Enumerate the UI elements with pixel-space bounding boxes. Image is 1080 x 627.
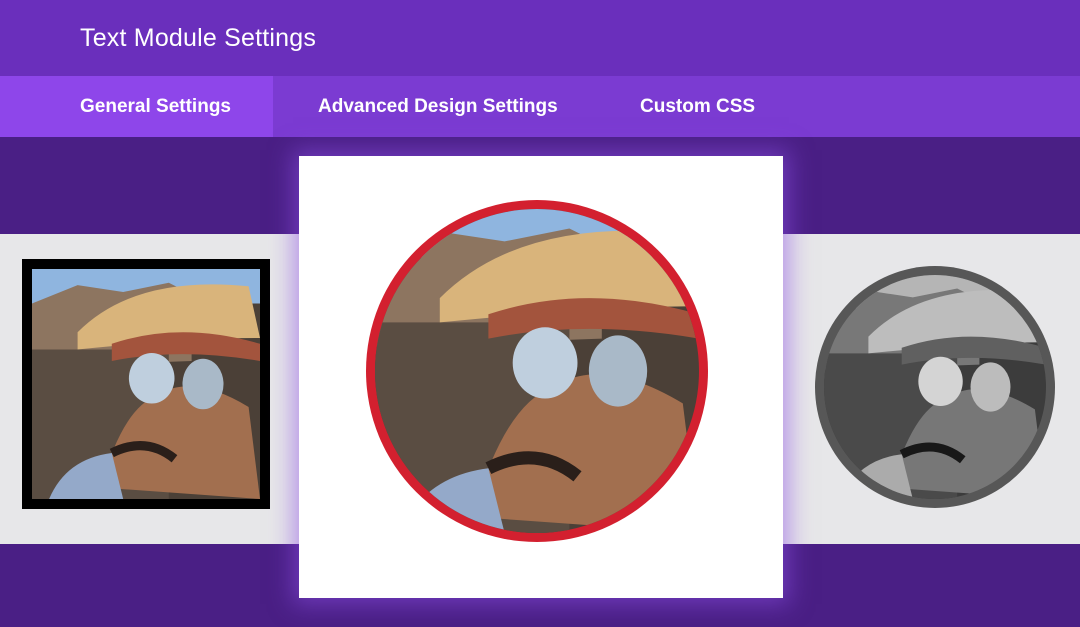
circle-avatar-red-border	[366, 200, 708, 542]
tab-advanced-design-settings[interactable]: Advanced Design Settings	[318, 76, 558, 137]
tab-general-settings-label: General Settings	[80, 96, 231, 117]
portrait-photo	[375, 209, 699, 533]
tab-general-settings[interactable]: General Settings	[0, 76, 273, 137]
settings-title: Text Module Settings	[80, 24, 317, 52]
portrait-photo	[32, 269, 260, 499]
featured-preview-card	[299, 156, 783, 598]
tab-advanced-design-settings-label: Advanced Design Settings	[318, 96, 558, 117]
tab-custom-css[interactable]: Custom CSS	[640, 76, 755, 137]
portrait-photo-grayscale	[824, 275, 1046, 499]
square-avatar-black-border	[22, 259, 270, 509]
tab-custom-css-label: Custom CSS	[640, 96, 756, 117]
settings-title-bar: Text Module Settings	[0, 0, 1080, 76]
circle-avatar-gray-border	[815, 266, 1055, 508]
settings-tab-bar: General Settings Advanced Design Setting…	[0, 76, 1080, 137]
